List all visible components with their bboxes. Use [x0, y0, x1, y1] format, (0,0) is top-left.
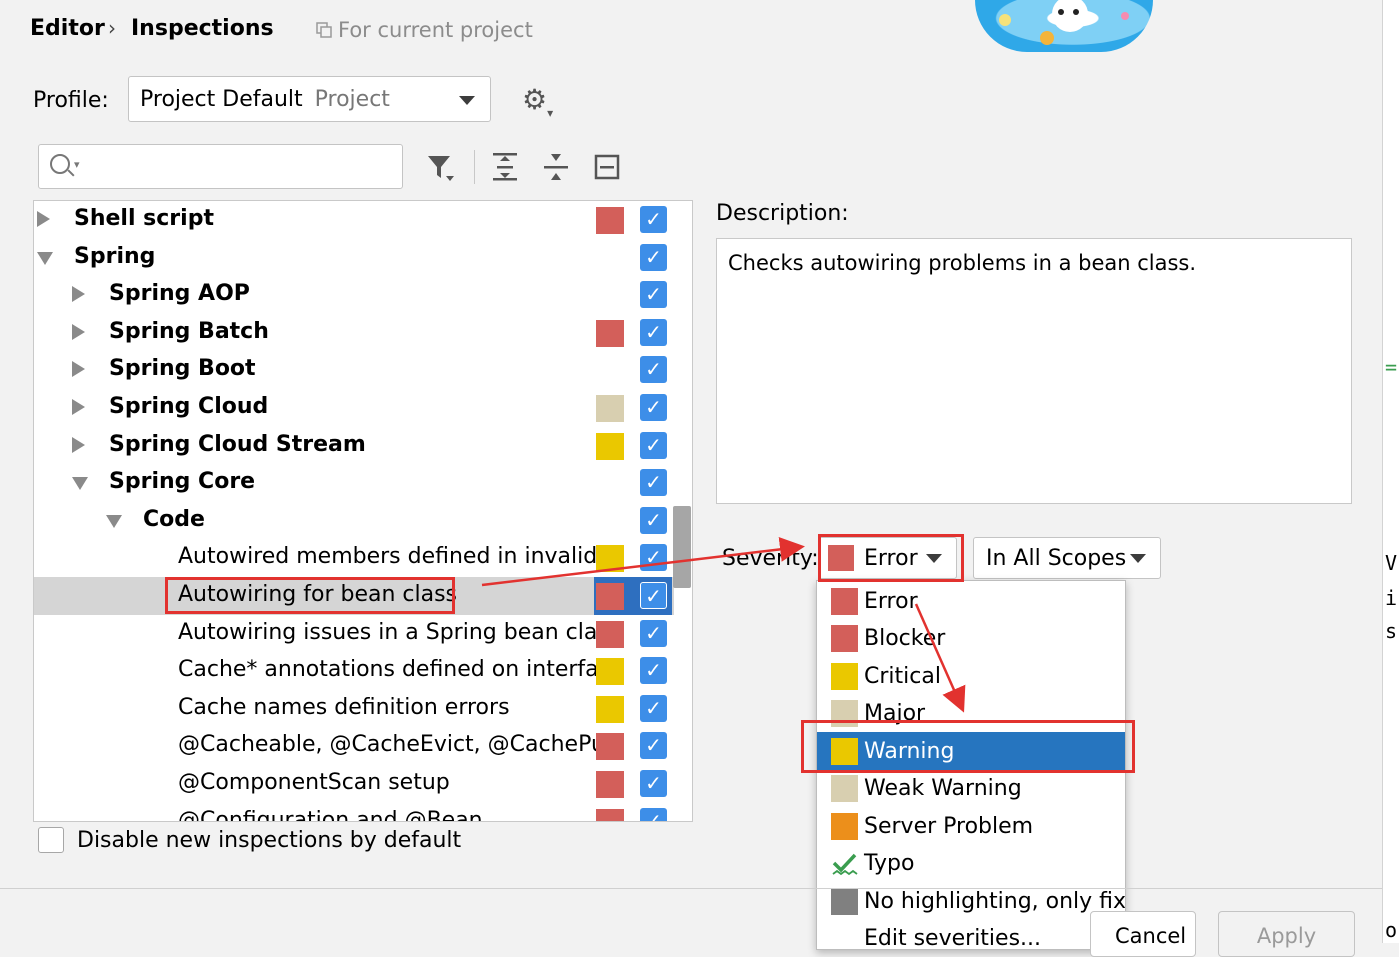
edge-char: V — [1385, 551, 1398, 575]
edge-char: s — [1385, 619, 1398, 643]
edge-char: = — [1385, 355, 1398, 379]
annotation-arrows — [481, 536, 966, 713]
edge-char: o — [1385, 918, 1398, 942]
edge-char: i — [1385, 586, 1398, 610]
cancel-button[interactable]: Cancel — [1090, 911, 1196, 957]
footer-divider — [0, 888, 1399, 889]
apply-button[interactable]: Apply — [1218, 911, 1355, 957]
background-window-edge: = V i s o — [1382, 0, 1399, 943]
